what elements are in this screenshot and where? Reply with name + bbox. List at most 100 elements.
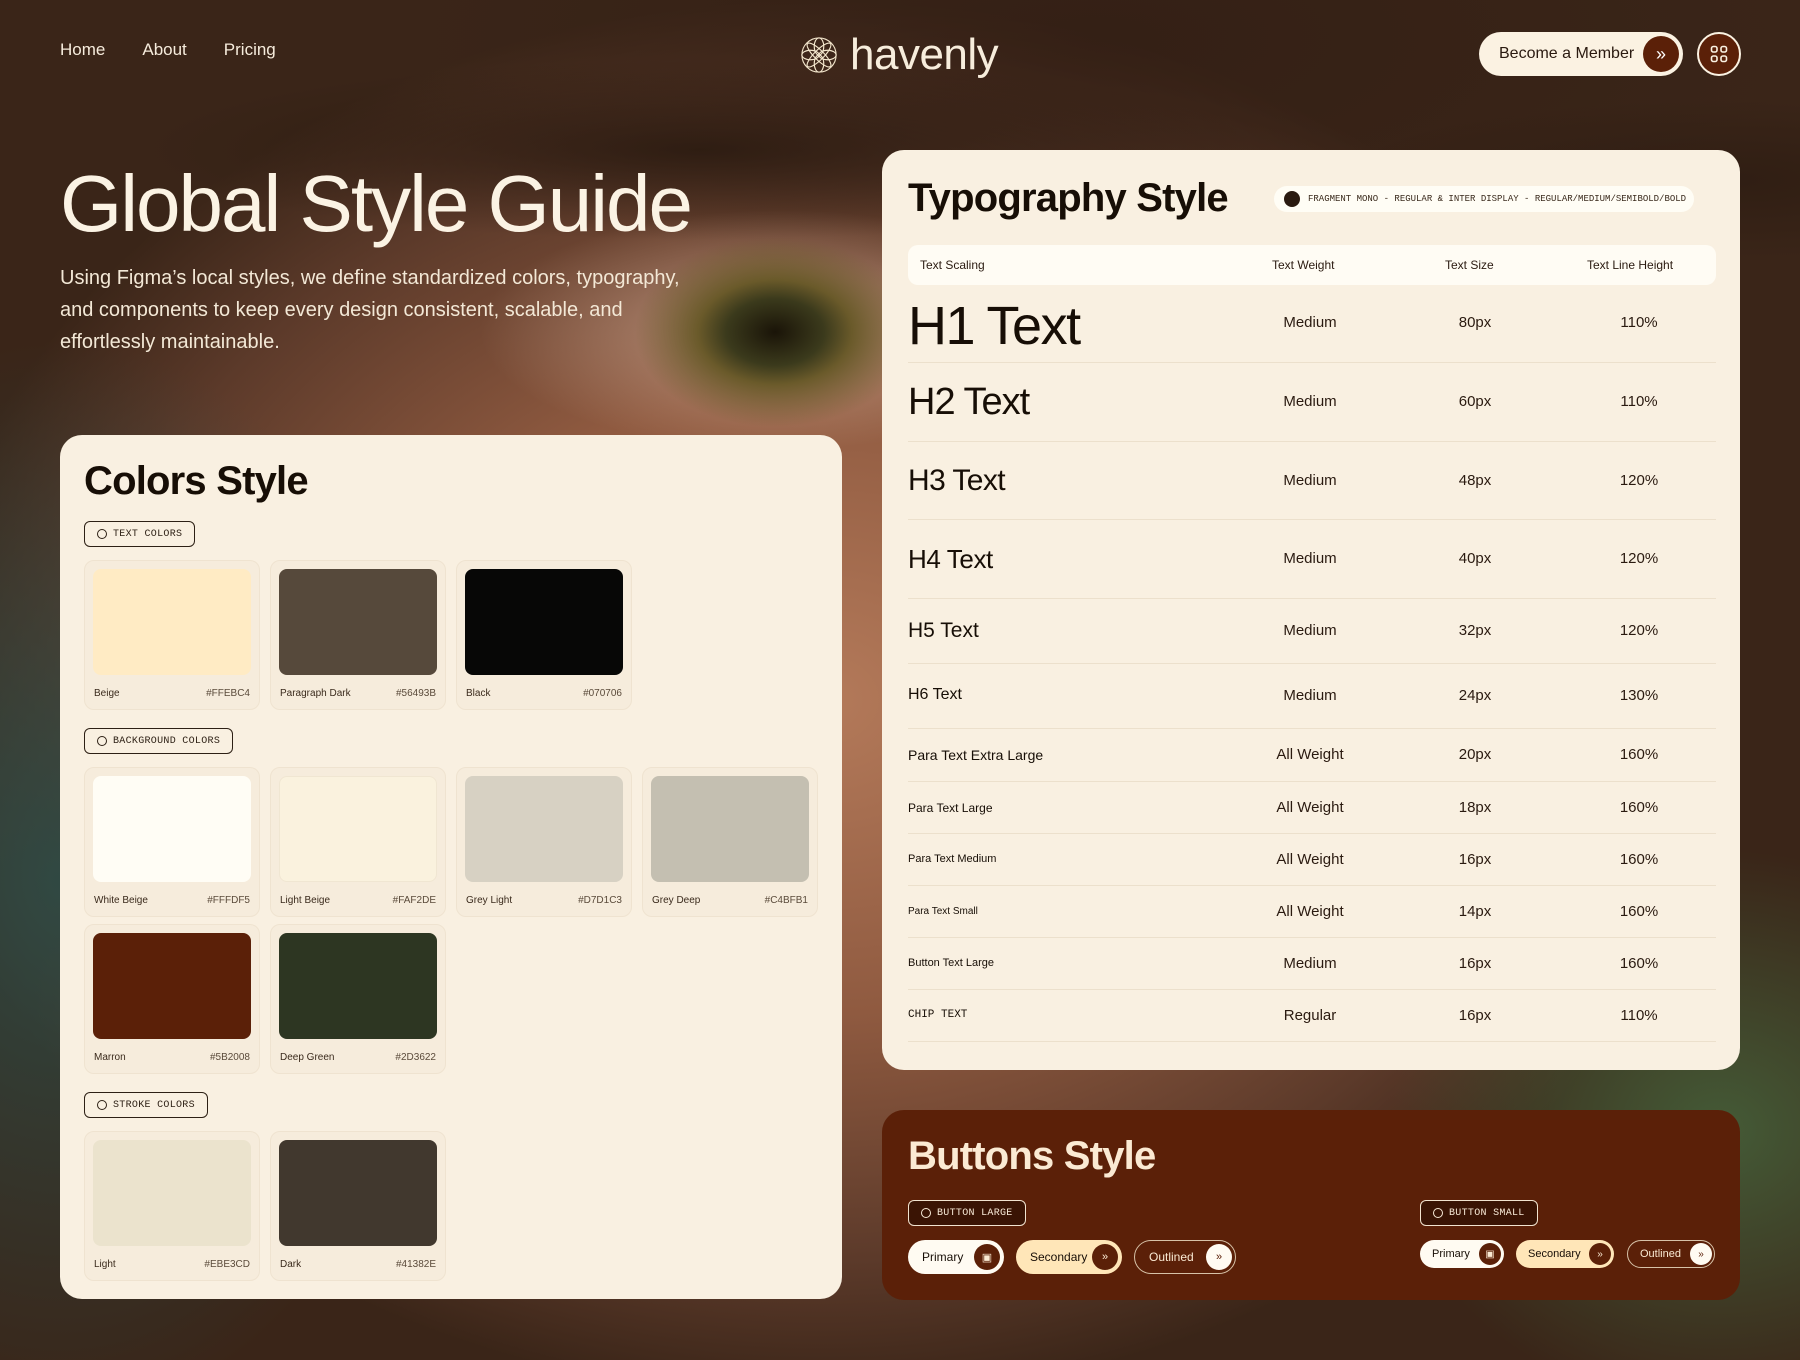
button-large-chip: BUTTON LARGE bbox=[908, 1200, 1026, 1226]
row-line-height: 160% bbox=[1619, 746, 1659, 763]
double-chevron-right-icon: » bbox=[1206, 1244, 1232, 1270]
outlined-large-button[interactable]: Outlined » bbox=[1134, 1240, 1236, 1274]
table-row: CHIP TEXT Regular 16px 110% bbox=[908, 990, 1716, 1042]
calendar-icon: ▣ bbox=[1479, 1243, 1501, 1265]
brand-logo[interactable]: havenly bbox=[800, 30, 999, 80]
secondary-small-button[interactable]: Secondary » bbox=[1516, 1240, 1614, 1268]
swatch-hex: #56493B bbox=[395, 688, 436, 699]
swatch-grey-deep[interactable]: Grey Deep #C4BFB1 bbox=[642, 767, 818, 917]
row-size: 32px bbox=[1458, 622, 1492, 639]
button-small-chip: BUTTON SMALL bbox=[1420, 1200, 1538, 1226]
row-size: 40px bbox=[1458, 550, 1492, 567]
row-size: 16px bbox=[1458, 955, 1492, 972]
typography-table-header: Text Scaling Text Weight Text Size Text … bbox=[908, 245, 1716, 285]
swatch-name: Light Beige bbox=[280, 895, 331, 906]
stroke-colors-chip: STROKE COLORS bbox=[84, 1092, 208, 1118]
nav-pricing[interactable]: Pricing bbox=[224, 40, 276, 60]
row-name: Button Text Large bbox=[908, 957, 995, 969]
chip-label: STROKE COLORS bbox=[113, 1099, 195, 1111]
button-label: Secondary bbox=[1030, 1250, 1088, 1264]
table-row: H2 Text Medium 60px 110% bbox=[908, 363, 1716, 442]
swatch-marron[interactable]: Marron #5B2008 bbox=[84, 924, 260, 1074]
swatch-color bbox=[93, 569, 251, 675]
swatch-color bbox=[279, 933, 437, 1039]
secondary-large-button[interactable]: Secondary » bbox=[1016, 1240, 1122, 1274]
nav-home[interactable]: Home bbox=[60, 40, 105, 60]
hero-subtitle: Using Figma’s local styles, we define st… bbox=[60, 267, 680, 353]
font-families-note: FRAGMENT MONO - REGULAR & INTER DISPLAY … bbox=[1274, 186, 1694, 212]
chip-label: BUTTON SMALL bbox=[1449, 1207, 1525, 1219]
table-row: Para Text Medium All Weight 16px 160% bbox=[908, 834, 1716, 886]
row-weight: Medium bbox=[1283, 687, 1337, 704]
row-line-height: 160% bbox=[1619, 851, 1659, 868]
row-name: Para Text Large bbox=[908, 801, 993, 815]
swatch-white-beige[interactable]: White Beige #FFFDF5 bbox=[84, 767, 260, 917]
row-line-height: 120% bbox=[1619, 472, 1659, 489]
table-row: Button Text Large Medium 16px 160% bbox=[908, 938, 1716, 990]
row-line-height: 160% bbox=[1619, 955, 1659, 972]
swatch-hex: #D7D1C3 bbox=[578, 895, 622, 906]
colors-title: Colors Style bbox=[84, 459, 309, 503]
swatch-deep-green[interactable]: Deep Green #2D3622 bbox=[270, 924, 446, 1074]
nav-about[interactable]: About bbox=[142, 40, 186, 60]
swatch-name: Grey Light bbox=[466, 895, 513, 906]
palette-icon bbox=[97, 529, 107, 539]
swatch-black[interactable]: Black #070706 bbox=[456, 560, 632, 710]
row-size: 18px bbox=[1458, 799, 1492, 816]
row-size: 16px bbox=[1458, 851, 1492, 868]
primary-large-button[interactable]: Primary ▣ bbox=[908, 1240, 1004, 1274]
swatch-stroke-dark[interactable]: Dark #41382E bbox=[270, 1131, 446, 1281]
swatch-color bbox=[93, 933, 251, 1039]
primary-small-button[interactable]: Primary ▣ bbox=[1420, 1240, 1504, 1268]
row-name: H2 Text bbox=[908, 381, 1030, 423]
grid-icon bbox=[1710, 45, 1728, 63]
swatch-grey-light[interactable]: Grey Light #D7D1C3 bbox=[456, 767, 632, 917]
row-weight: Regular bbox=[1283, 1007, 1337, 1024]
swatch-paragraph-dark[interactable]: Paragraph Dark #56493B bbox=[270, 560, 446, 710]
row-line-height: 110% bbox=[1620, 314, 1658, 331]
palette-icon bbox=[921, 1208, 931, 1218]
brand-name: havenly bbox=[850, 30, 999, 79]
table-row: Para Text Small All Weight 14px 160% bbox=[908, 886, 1716, 938]
hero-title: Global Style Guide bbox=[60, 159, 693, 248]
row-name: Para Text Extra Large bbox=[908, 747, 1044, 763]
double-chevron-right-icon: » bbox=[1690, 1243, 1712, 1265]
swatch-light-beige[interactable]: Light Beige #FAF2DE bbox=[270, 767, 446, 917]
swatch-name: Black bbox=[466, 688, 491, 699]
palette-icon bbox=[97, 736, 107, 746]
row-size: 14px bbox=[1458, 903, 1492, 920]
outlined-small-button[interactable]: Outlined » bbox=[1627, 1240, 1715, 1268]
row-weight: Medium bbox=[1283, 314, 1337, 331]
font-families-label: FRAGMENT MONO - REGULAR & INTER DISPLAY … bbox=[1308, 194, 1687, 204]
swatch-beige[interactable]: Beige #FFEBC4 bbox=[84, 560, 260, 710]
become-member-button[interactable]: Become a Member » bbox=[1479, 32, 1683, 76]
swatch-hex: #FAF2DE bbox=[392, 895, 436, 906]
table-row: H5 Text Medium 32px 120% bbox=[908, 599, 1716, 664]
swatch-hex: #5B2008 bbox=[209, 1052, 250, 1063]
swatch-stroke-light[interactable]: Light #EBE3CD bbox=[84, 1131, 260, 1281]
swatch-name: Dark bbox=[280, 1259, 302, 1270]
row-size: 80px bbox=[1458, 314, 1492, 331]
palette-icon bbox=[1433, 1208, 1443, 1218]
table-row: Para Text Extra Large All Weight 20px 16… bbox=[908, 729, 1716, 782]
main-nav: Home About Pricing bbox=[60, 40, 276, 60]
table-row: Para Text Large All Weight 18px 160% bbox=[908, 782, 1716, 834]
row-line-height: 130% bbox=[1619, 687, 1659, 704]
chip-label: TEXT COLORS bbox=[113, 528, 183, 540]
row-size: 60px bbox=[1458, 393, 1492, 410]
buttons-style-card: Buttons Style BUTTON LARGE BUTTON SMALL … bbox=[882, 1110, 1740, 1300]
calendar-icon: ▣ bbox=[974, 1244, 1000, 1270]
row-weight: Medium bbox=[1283, 550, 1337, 567]
row-weight: Medium bbox=[1283, 622, 1337, 639]
row-size: 16px bbox=[1458, 1007, 1492, 1024]
colors-style-card: Colors Style TEXT COLORS Beige #FFEBC4 P… bbox=[60, 435, 842, 1299]
swatch-name: White Beige bbox=[94, 895, 148, 906]
row-weight: Medium bbox=[1283, 472, 1337, 489]
table-row: H1 Text Medium 80px 110% bbox=[908, 285, 1716, 363]
button-label: Primary bbox=[1432, 1248, 1470, 1260]
background-colors-chip: BACKGROUND COLORS bbox=[84, 728, 234, 754]
menu-grid-button[interactable] bbox=[1697, 32, 1741, 76]
button-label: Outlined bbox=[1640, 1248, 1681, 1260]
row-size: 48px bbox=[1458, 472, 1492, 489]
row-name: H3 Text bbox=[908, 464, 1006, 497]
